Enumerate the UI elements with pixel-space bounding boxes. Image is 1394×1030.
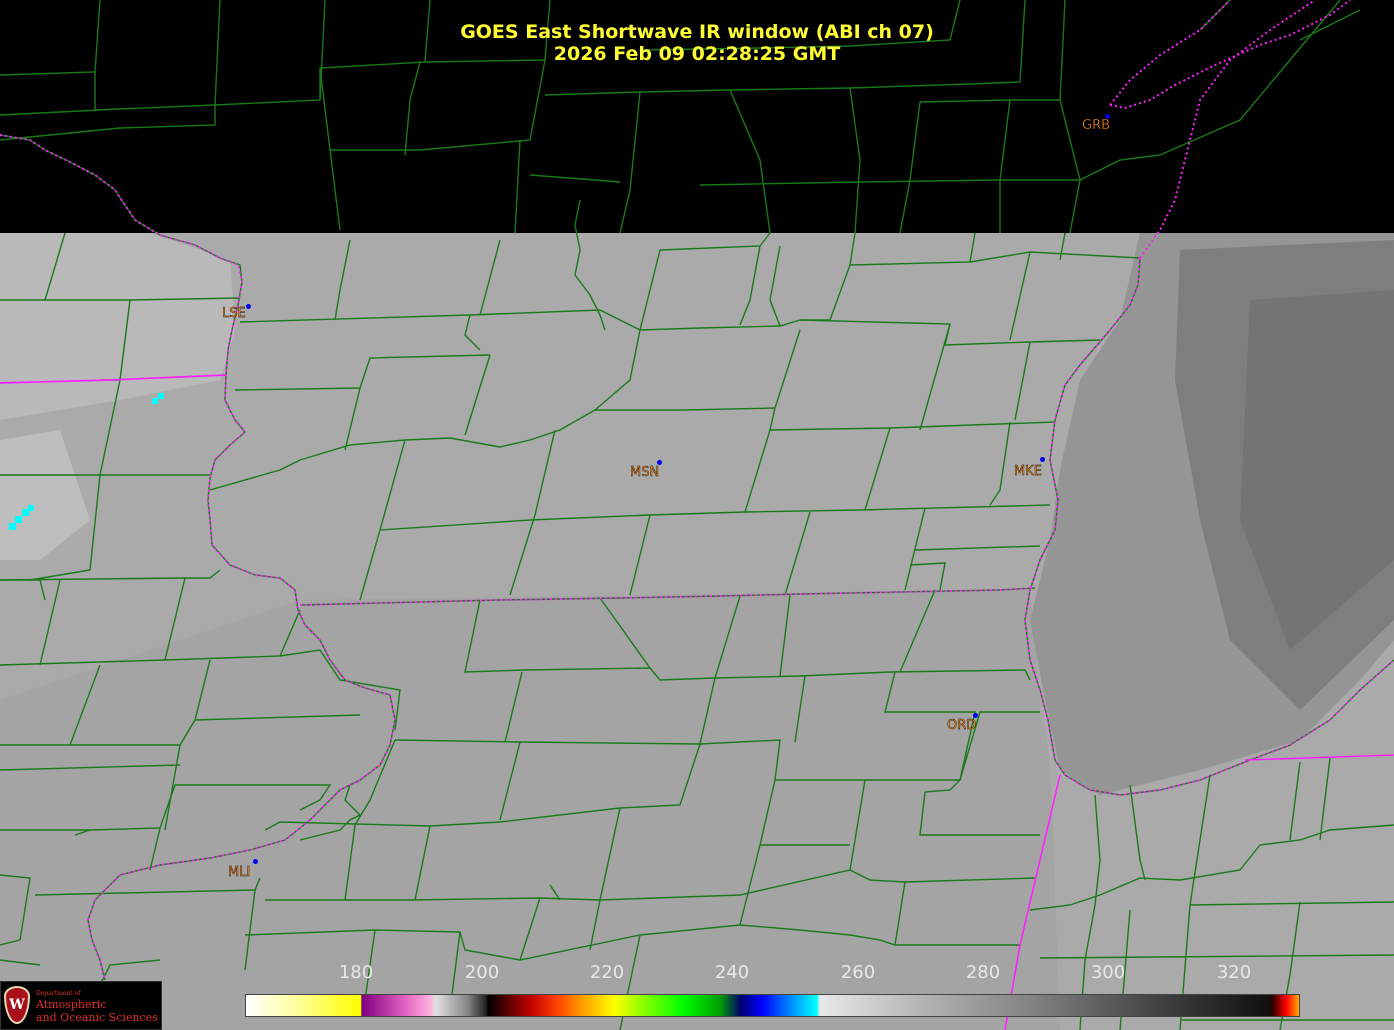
- logo-name-line1: Atmospheric: [36, 998, 107, 1011]
- station-label-mke: MKE: [1014, 464, 1042, 479]
- station-label-mli: MLI: [228, 865, 251, 880]
- cool-area: [0, 590, 1060, 1030]
- colorbar-tick: 220: [589, 962, 625, 983]
- colorbar-tick: 180: [338, 962, 374, 983]
- satellite-image-viewer: GOES East Shortwave IR window (ABI ch 07…: [0, 0, 1394, 1030]
- colorbar-tick: 240: [714, 962, 750, 983]
- temperature-colorbar: [245, 994, 1300, 1017]
- station-label-ord: ORD: [947, 718, 977, 733]
- ir-map: [0, 0, 1394, 1030]
- uw-crest-icon: W: [4, 986, 30, 1024]
- logo-name-line2: and Oceanic Sciences: [36, 1011, 158, 1024]
- aos-logo: W Department of Atmospheric and Oceanic …: [0, 981, 162, 1030]
- station-label-lse: LSE: [222, 306, 246, 321]
- station-marker-mli: [253, 859, 258, 864]
- image-title: GOES East Shortwave IR window (ABI ch 07…: [460, 21, 934, 43]
- colorbar-tick: 320: [1216, 962, 1252, 983]
- station-label-msn: MSN: [630, 465, 660, 480]
- station-marker-mke: [1040, 457, 1045, 462]
- colorbar-tick: 260: [840, 962, 876, 983]
- station-marker-lse: [246, 304, 251, 309]
- logo-department: Department of: [36, 990, 81, 997]
- image-timestamp: 2026 Feb 09 02:28:25 GMT: [553, 43, 841, 65]
- colorbar-tick: 300: [1090, 962, 1126, 983]
- colorbar-tick: 200: [464, 962, 500, 983]
- station-label-grb: GRB: [1082, 118, 1111, 133]
- colorbar-tick: 280: [965, 962, 1001, 983]
